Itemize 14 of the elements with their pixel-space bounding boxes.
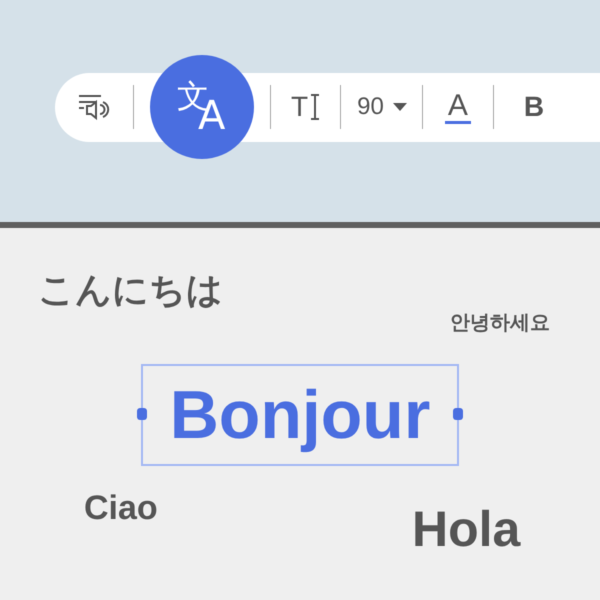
speaker-icon [77, 93, 111, 121]
text-to-speech-button[interactable] [77, 93, 111, 121]
bold-button[interactable]: B [524, 91, 544, 123]
canvas-text[interactable]: Ciao [84, 490, 158, 528]
resize-handle[interactable] [137, 408, 147, 420]
canvas-text[interactable]: こんにちは [38, 270, 223, 310]
text-color-button[interactable]: A [444, 90, 471, 124]
font-size-dropdown[interactable]: 90 [357, 93, 408, 121]
dropdown-caret-icon [392, 102, 408, 112]
text-cursor-icon [310, 94, 320, 120]
canvas-text[interactable]: Hola [412, 502, 520, 557]
canvas-text[interactable]: 안녕하세요 [450, 312, 550, 334]
resize-handle[interactable] [453, 408, 463, 420]
text-style-button[interactable]: T [291, 91, 320, 123]
